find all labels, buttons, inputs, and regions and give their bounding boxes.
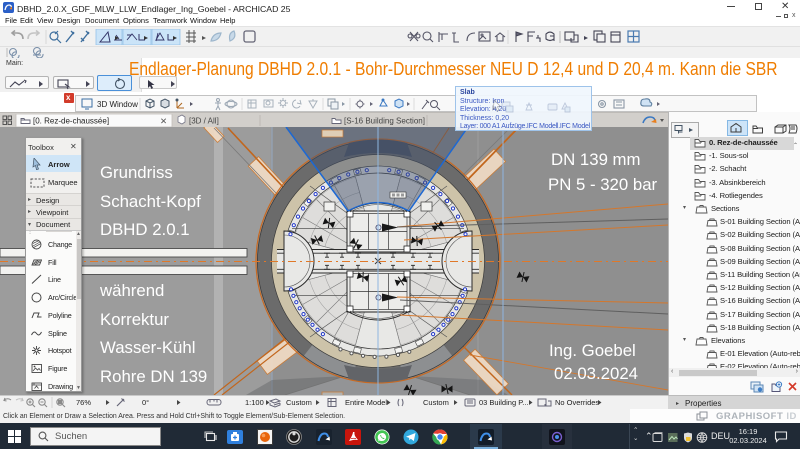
svg-text:Schacht-Kopf: Schacht-Kopf [100,192,201,211]
svg-text:✕: ✕ [160,116,167,126]
svg-text:0°: 0° [142,398,149,407]
svg-text:Entire Model: Entire Model [345,398,387,407]
svg-text:76%: 76% [76,398,91,407]
svg-text:Ing. Goebel: Ing. Goebel [549,341,636,360]
svg-text:während: während [99,281,164,300]
svg-text:No Overrides: No Overrides [555,398,599,407]
svg-text:[3D / All]: [3D / All] [189,117,219,126]
svg-text:Rohre DN 139: Rohre DN 139 [100,367,207,386]
svg-text:03 Building P...: 03 Building P... [479,398,528,407]
svg-text:3D Window: 3D Window [97,100,138,109]
svg-text:Korrektur: Korrektur [100,310,169,329]
svg-text:[0. Rez-de-chaussée]: [0. Rez-de-chaussée] [33,117,109,126]
svg-text:DN 139 mm: DN 139 mm [551,150,641,169]
svg-text:PN 5 - 320 bar: PN 5 - 320 bar [548,175,658,194]
svg-text:DBHD 2.0.1: DBHD 2.0.1 [100,220,190,239]
svg-text:Custom: Custom [286,398,312,407]
svg-text:02.03.2024: 02.03.2024 [554,364,638,383]
svg-text:[S-16 Building Section]: [S-16 Building Section] [344,117,425,126]
svg-text:Grundriss: Grundriss [100,163,173,182]
svg-text:Custom: Custom [423,398,449,407]
svg-text:1:100: 1:100 [245,398,264,407]
svg-text:Wasser-Kühl: Wasser-Kühl [100,338,195,357]
